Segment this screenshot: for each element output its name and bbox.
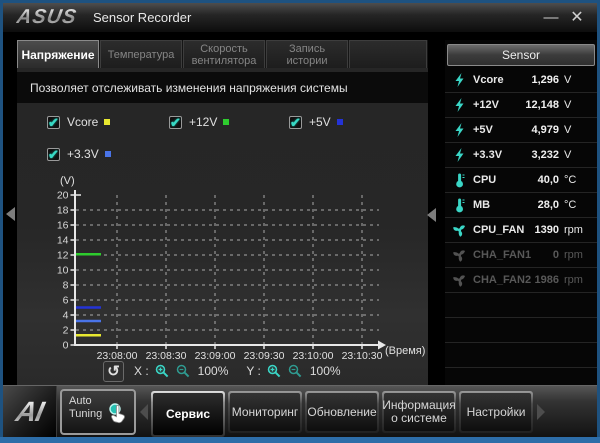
- plus5v-color-chip: [336, 119, 343, 125]
- y-zoom-out-icon[interactable]: [288, 364, 303, 379]
- auto-tuning-button[interactable]: Auto Tuning: [60, 389, 136, 435]
- voltage-icon: [455, 98, 464, 112]
- tab-blank: [349, 40, 427, 68]
- sensor-row-empty: [445, 343, 597, 368]
- tab-voltage[interactable]: Напряжение: [17, 40, 99, 68]
- tab-history-record[interactable]: Запись истории: [266, 40, 348, 68]
- fan-icon: [453, 250, 465, 262]
- svg-text:(V): (V): [60, 175, 75, 187]
- legend-item-5v: ✔ +5V: [289, 114, 343, 130]
- temperature-icon: [456, 198, 465, 213]
- sensor-header-button[interactable]: Sensor: [447, 44, 595, 66]
- sensor-sidebar: Sensor Vcore 1,296 V +12V 12,148 V +5V 4…: [445, 40, 597, 385]
- asus-logo: ASUS: [15, 6, 79, 28]
- nav-service-button[interactable]: Сервис: [151, 391, 225, 437]
- sensor-row-vcore: Vcore 1,296 V: [445, 68, 597, 93]
- x-zoom-out-icon[interactable]: [176, 364, 191, 379]
- fan-icon: [453, 225, 465, 237]
- sensor-row-cpu-fan: CPU_FAN 1390 rpm: [445, 218, 597, 243]
- legend-item-12v: ✔ +12V: [169, 114, 230, 130]
- legend-item-vcore: ✔ Vcore: [47, 114, 111, 130]
- voltage-tab-panel: Позволяет отслеживать изменения напряжен…: [17, 68, 428, 385]
- tab-fan-speed[interactable]: Скорость вентилятора: [183, 40, 265, 68]
- plus12v-color-chip: [223, 119, 230, 125]
- temperature-icon: [456, 173, 465, 188]
- tab-strip: Напряжение Температура Скорость вентилят…: [17, 40, 428, 68]
- nav-update-button[interactable]: Обновление: [305, 391, 379, 433]
- svg-text:12: 12: [57, 250, 69, 262]
- svg-text:10: 10: [57, 265, 69, 277]
- svg-text:20: 20: [57, 190, 69, 202]
- svg-text:14: 14: [57, 235, 69, 247]
- plus5v-checkbox[interactable]: ✔: [289, 115, 302, 129]
- svg-text:2: 2: [63, 325, 69, 337]
- x-zoom-in-icon[interactable]: [155, 364, 170, 379]
- svg-text:16: 16: [57, 220, 69, 232]
- tab-description: Позволяет отслеживать изменения напряжен…: [17, 72, 428, 103]
- nav-settings-button[interactable]: Настройки: [459, 391, 533, 433]
- legend-label: +12V: [189, 115, 218, 129]
- sensor-row-5v: +5V 4,979 V: [445, 118, 597, 143]
- sensor-row-empty: [445, 318, 597, 343]
- voltage-line-chart: 0246810121416182023:08:00 23:08:30 23:09:0…: [57, 175, 425, 362]
- plus12v-checkbox[interactable]: ✔: [169, 115, 182, 129]
- sensor-row-cpu-temp: CPU 40,0 °C: [445, 168, 597, 193]
- legend-label: +3.3V: [67, 147, 99, 161]
- ai-suite-logo: AI: [10, 395, 49, 427]
- sensor-row-mb-temp: MB 28,0 °C: [445, 193, 597, 218]
- legend-item-3v3: ✔ +3.3V: [47, 146, 111, 162]
- sensor-row-3v3: +3.3V 3,232 V: [445, 143, 597, 168]
- fan-icon: [453, 275, 465, 287]
- sensor-row-cha-fan1: CHA_FAN1 0 rpm: [445, 243, 597, 268]
- vcore-checkbox[interactable]: ✔: [47, 115, 60, 129]
- tab-temperature[interactable]: Температура: [100, 40, 182, 68]
- nav-monitoring-button[interactable]: Мониторинг: [228, 391, 302, 433]
- voltage-icon: [455, 73, 464, 87]
- nav-scroll-right-icon[interactable]: [537, 404, 545, 420]
- x-zoom-percent: 100%: [197, 364, 229, 378]
- plus3v3-checkbox[interactable]: ✔: [47, 147, 60, 161]
- bottom-nav-bar: AI Auto Tuning Сервис Мониторинг Обновле…: [3, 385, 597, 437]
- svg-text:6: 6: [63, 295, 69, 307]
- window-border-bottom: [0, 437, 600, 443]
- y-zoom-percent: 100%: [309, 364, 341, 378]
- sensor-row-cha-fan2: CHA_FAN2 1986 rpm: [445, 268, 597, 293]
- chart-reset-button[interactable]: ↺: [103, 360, 124, 382]
- window-title: Sensor Recorder: [93, 10, 192, 25]
- nav-buttons: Сервис Мониторинг Обновление Информация …: [151, 391, 533, 437]
- minimize-button[interactable]: —: [541, 8, 561, 28]
- sensor-row-12v: +12V 12,148 V: [445, 93, 597, 118]
- legend-label: +5V: [309, 115, 331, 129]
- y-axis-zoom-label: Y :: [246, 364, 261, 378]
- chart-zoom-controls: ↺ X : 100% Y : 100%: [103, 360, 341, 382]
- svg-text:0: 0: [63, 340, 69, 352]
- left-edge-collapse-arrow-icon[interactable]: [6, 207, 15, 221]
- title-bar: ASUS Sensor Recorder — ✕: [3, 3, 597, 32]
- vcore-color-chip: [104, 119, 111, 125]
- sensor-panel-collapse-arrow-icon[interactable]: [427, 208, 436, 222]
- y-zoom-in-icon[interactable]: [267, 364, 282, 379]
- window-border-left: [0, 0, 3, 443]
- voltage-icon: [455, 148, 464, 162]
- svg-text:4: 4: [63, 310, 69, 322]
- x-axis-zoom-label: X :: [134, 364, 149, 378]
- plus3v3-color-chip: [104, 151, 111, 157]
- hand-click-icon: [102, 397, 132, 432]
- sensor-recorder-window: ASUS Sensor Recorder — ✕ Напряжение Темп…: [0, 0, 600, 443]
- svg-text:18: 18: [57, 205, 69, 217]
- svg-text:8: 8: [63, 280, 69, 292]
- legend-label: Vcore: [67, 115, 99, 129]
- ai-suite-logo-box: AI: [3, 386, 57, 437]
- svg-text:23:10:30: 23:10:30: [342, 350, 383, 362]
- nav-scroll-left-icon[interactable]: [140, 404, 148, 420]
- voltage-icon: [455, 123, 464, 137]
- sensor-row-empty: [445, 293, 597, 318]
- svg-text:(Время): (Время): [385, 345, 425, 357]
- nav-system-info-button[interactable]: Информация о системе: [382, 391, 456, 433]
- close-button[interactable]: ✕: [567, 8, 587, 28]
